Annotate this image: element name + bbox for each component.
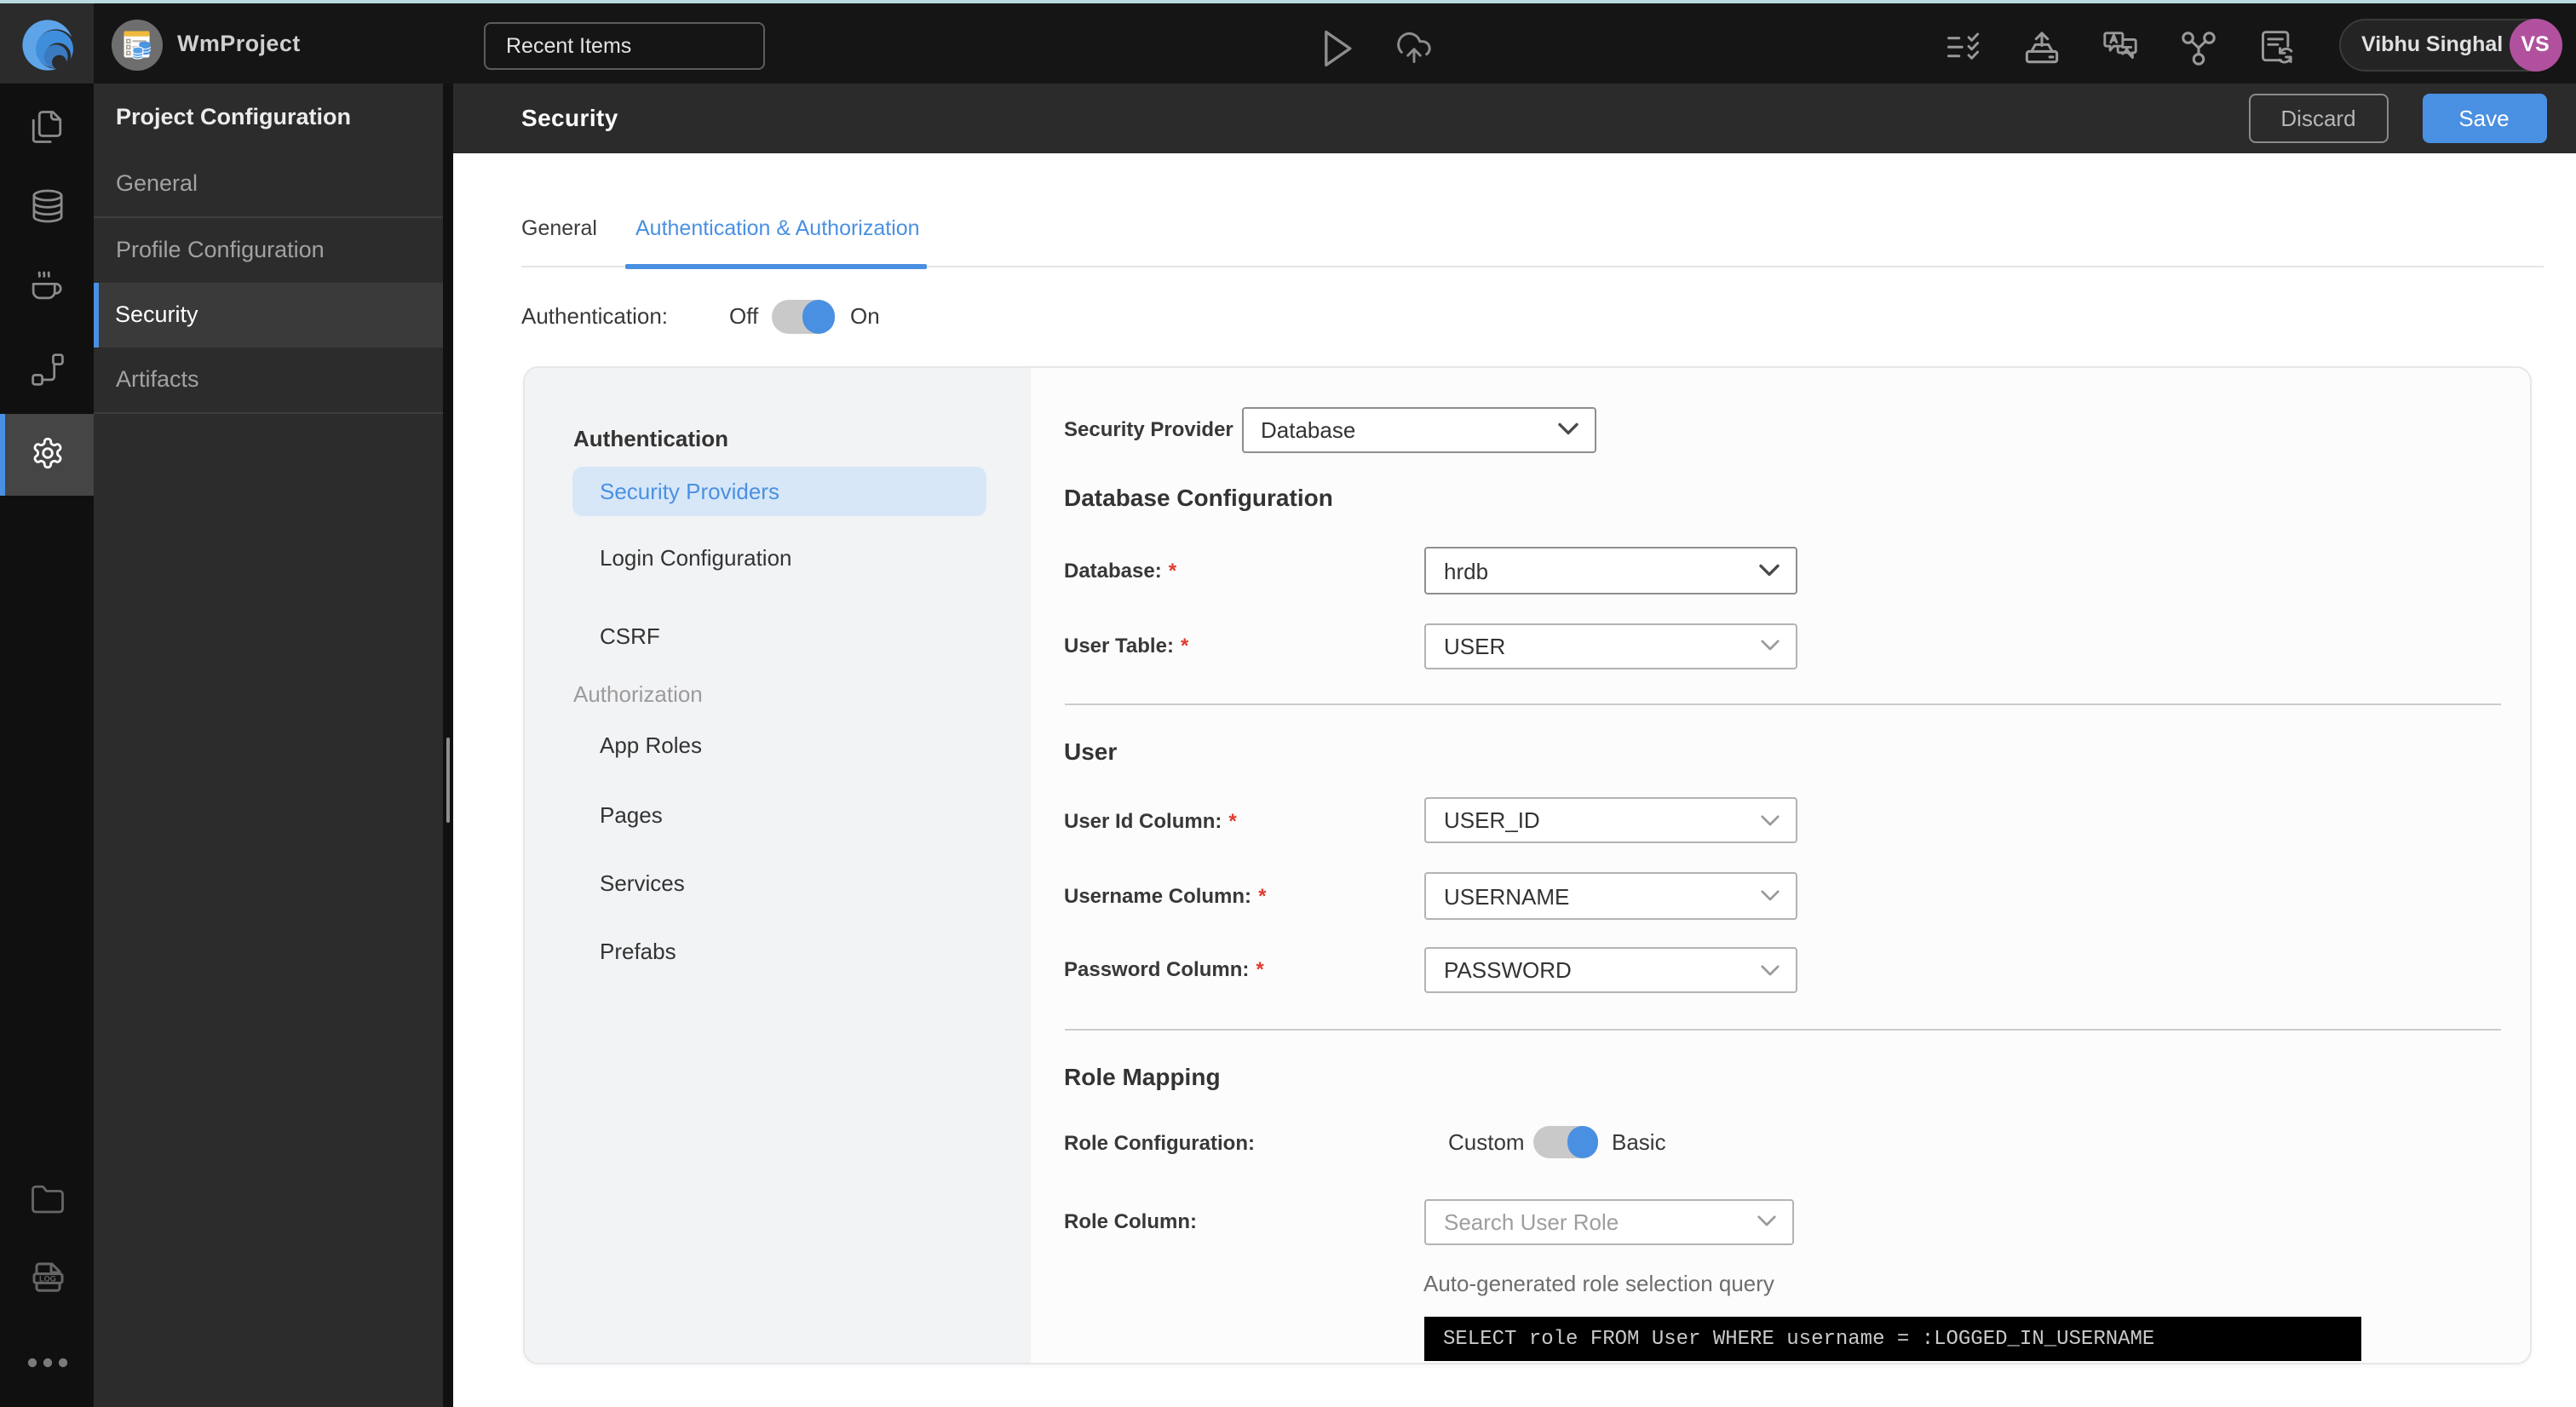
svg-text:LOG: LOG	[38, 1274, 55, 1283]
